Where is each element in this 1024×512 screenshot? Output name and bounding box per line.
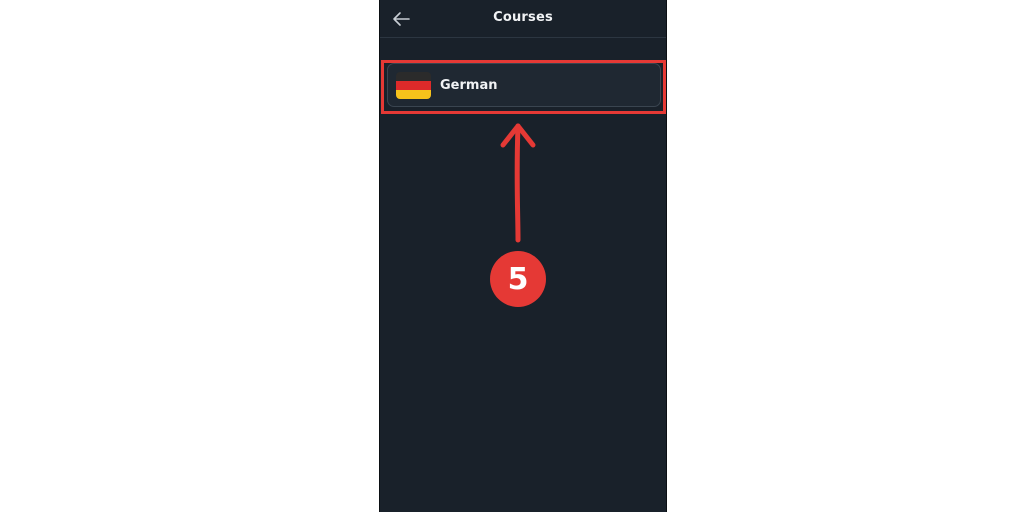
page-title: Courses	[493, 10, 553, 25]
flag-stripe-red	[396, 80, 431, 90]
germany-flag-icon	[396, 71, 431, 99]
step-number-badge: 5	[490, 251, 546, 307]
course-item-german[interactable]: German	[387, 63, 661, 107]
course-name: German	[440, 77, 498, 93]
flag-stripe-black	[396, 71, 431, 81]
screenshot-canvas: Courses German 5	[0, 0, 1024, 512]
app-header: Courses	[380, 0, 666, 38]
flag-stripe-gold	[396, 89, 431, 99]
